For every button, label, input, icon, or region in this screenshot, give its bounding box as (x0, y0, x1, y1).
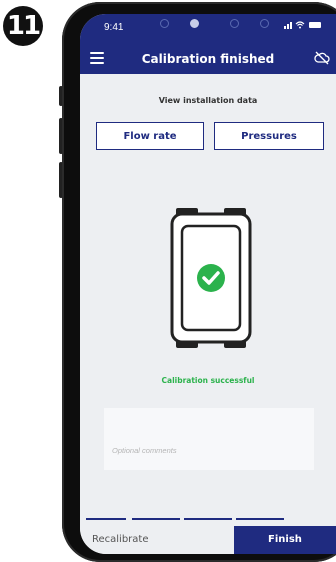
app-header: 9:41 Calibration finished (80, 14, 336, 74)
calibration-status-message: Calibration successful (161, 376, 255, 385)
device-illustration (170, 208, 252, 348)
installation-data-label: View installation data (158, 96, 258, 105)
signal-wifi-battery-icon (284, 21, 321, 29)
flow-rate-button[interactable]: Flow rate (96, 122, 204, 150)
comments-placeholder: Optional comments (112, 446, 177, 455)
footer-bar: Recalibrate Finish (80, 526, 336, 554)
finish-button[interactable]: Finish (234, 526, 336, 554)
app-screen: 9:41 Calibration finished View installat… (80, 14, 336, 554)
camera-notch (150, 17, 280, 33)
cloud-off-icon[interactable] (314, 50, 330, 66)
status-time: 9:41 (104, 22, 124, 33)
page-title: Calibration finished (141, 52, 275, 66)
recalibrate-button[interactable]: Recalibrate (80, 526, 234, 554)
progress-steps (80, 518, 336, 521)
status-icons (284, 20, 324, 33)
pressures-button[interactable]: Pressures (214, 122, 324, 150)
optional-comments-field[interactable]: Optional comments (104, 408, 314, 470)
step-number-badge: 11 (3, 6, 43, 46)
check-circle-icon (197, 264, 225, 292)
